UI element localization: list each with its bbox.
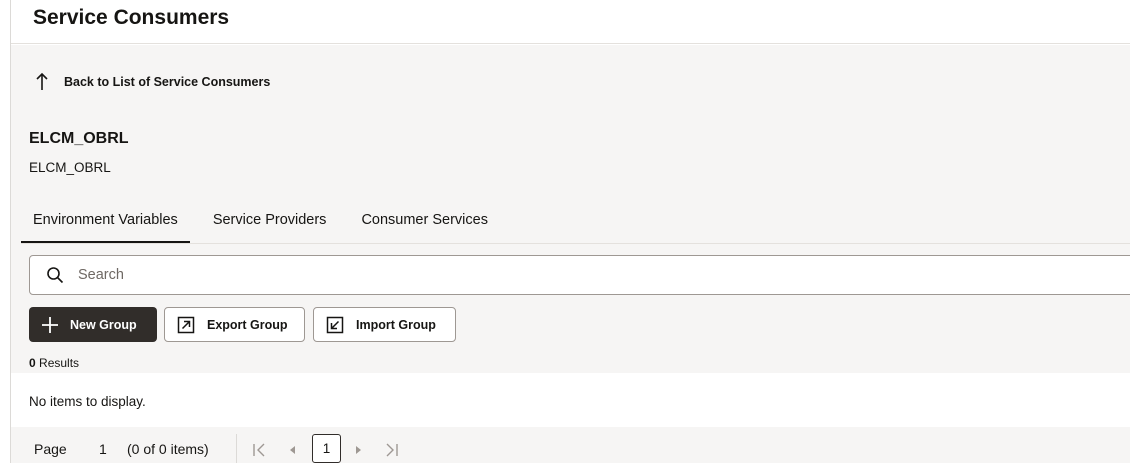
empty-table-row — [11, 373, 1130, 427]
last-page-icon[interactable] — [384, 441, 400, 459]
tab-service-providers[interactable]: Service Providers — [201, 204, 339, 244]
record-title: ELCM_OBRL — [29, 130, 129, 147]
current-page-button[interactable]: 1 — [312, 434, 341, 463]
results-label: Results — [39, 356, 80, 370]
tab-consumer-services[interactable]: Consumer Services — [349, 204, 500, 244]
back-link-label: Back to List of Service Consumers — [64, 75, 271, 89]
items-summary: (0 of 0 items) — [127, 441, 209, 457]
next-page-icon[interactable] — [350, 441, 366, 459]
export-group-button[interactable]: Export Group — [164, 307, 305, 342]
tab-environment-variables[interactable]: Environment Variables — [21, 204, 190, 244]
search-input[interactable] — [78, 267, 978, 283]
export-group-label: Export Group — [207, 317, 288, 332]
empty-message: No items to display. — [29, 394, 146, 409]
search-box[interactable] — [29, 255, 1130, 295]
export-icon — [177, 316, 195, 333]
import-group-label: Import Group — [356, 317, 436, 332]
prev-page-icon[interactable] — [285, 441, 301, 459]
tab-bar: Environment Variables Service Providers … — [21, 204, 511, 244]
tabs-divider — [21, 243, 1130, 244]
page-title: Service Consumers — [33, 6, 230, 29]
first-page-icon[interactable] — [251, 441, 267, 459]
new-group-label: New Group — [70, 317, 137, 332]
results-number: 0 — [29, 356, 36, 370]
back-to-list-link[interactable]: Back to List of Service Consumers — [34, 70, 270, 94]
search-icon — [47, 267, 64, 284]
pagination-divider — [236, 434, 237, 463]
import-group-button[interactable]: Import Group — [313, 307, 456, 342]
record-subtitle: ELCM_OBRL — [29, 160, 111, 175]
results-count: 0 Results — [29, 356, 79, 370]
plus-icon — [42, 316, 58, 333]
arrow-up-icon — [36, 72, 48, 90]
page-number: 1 — [99, 441, 107, 457]
new-group-button[interactable]: New Group — [29, 307, 157, 342]
import-icon — [326, 316, 344, 333]
page-header: Service Consumers — [11, 0, 1130, 44]
page-label: Page — [34, 441, 67, 457]
